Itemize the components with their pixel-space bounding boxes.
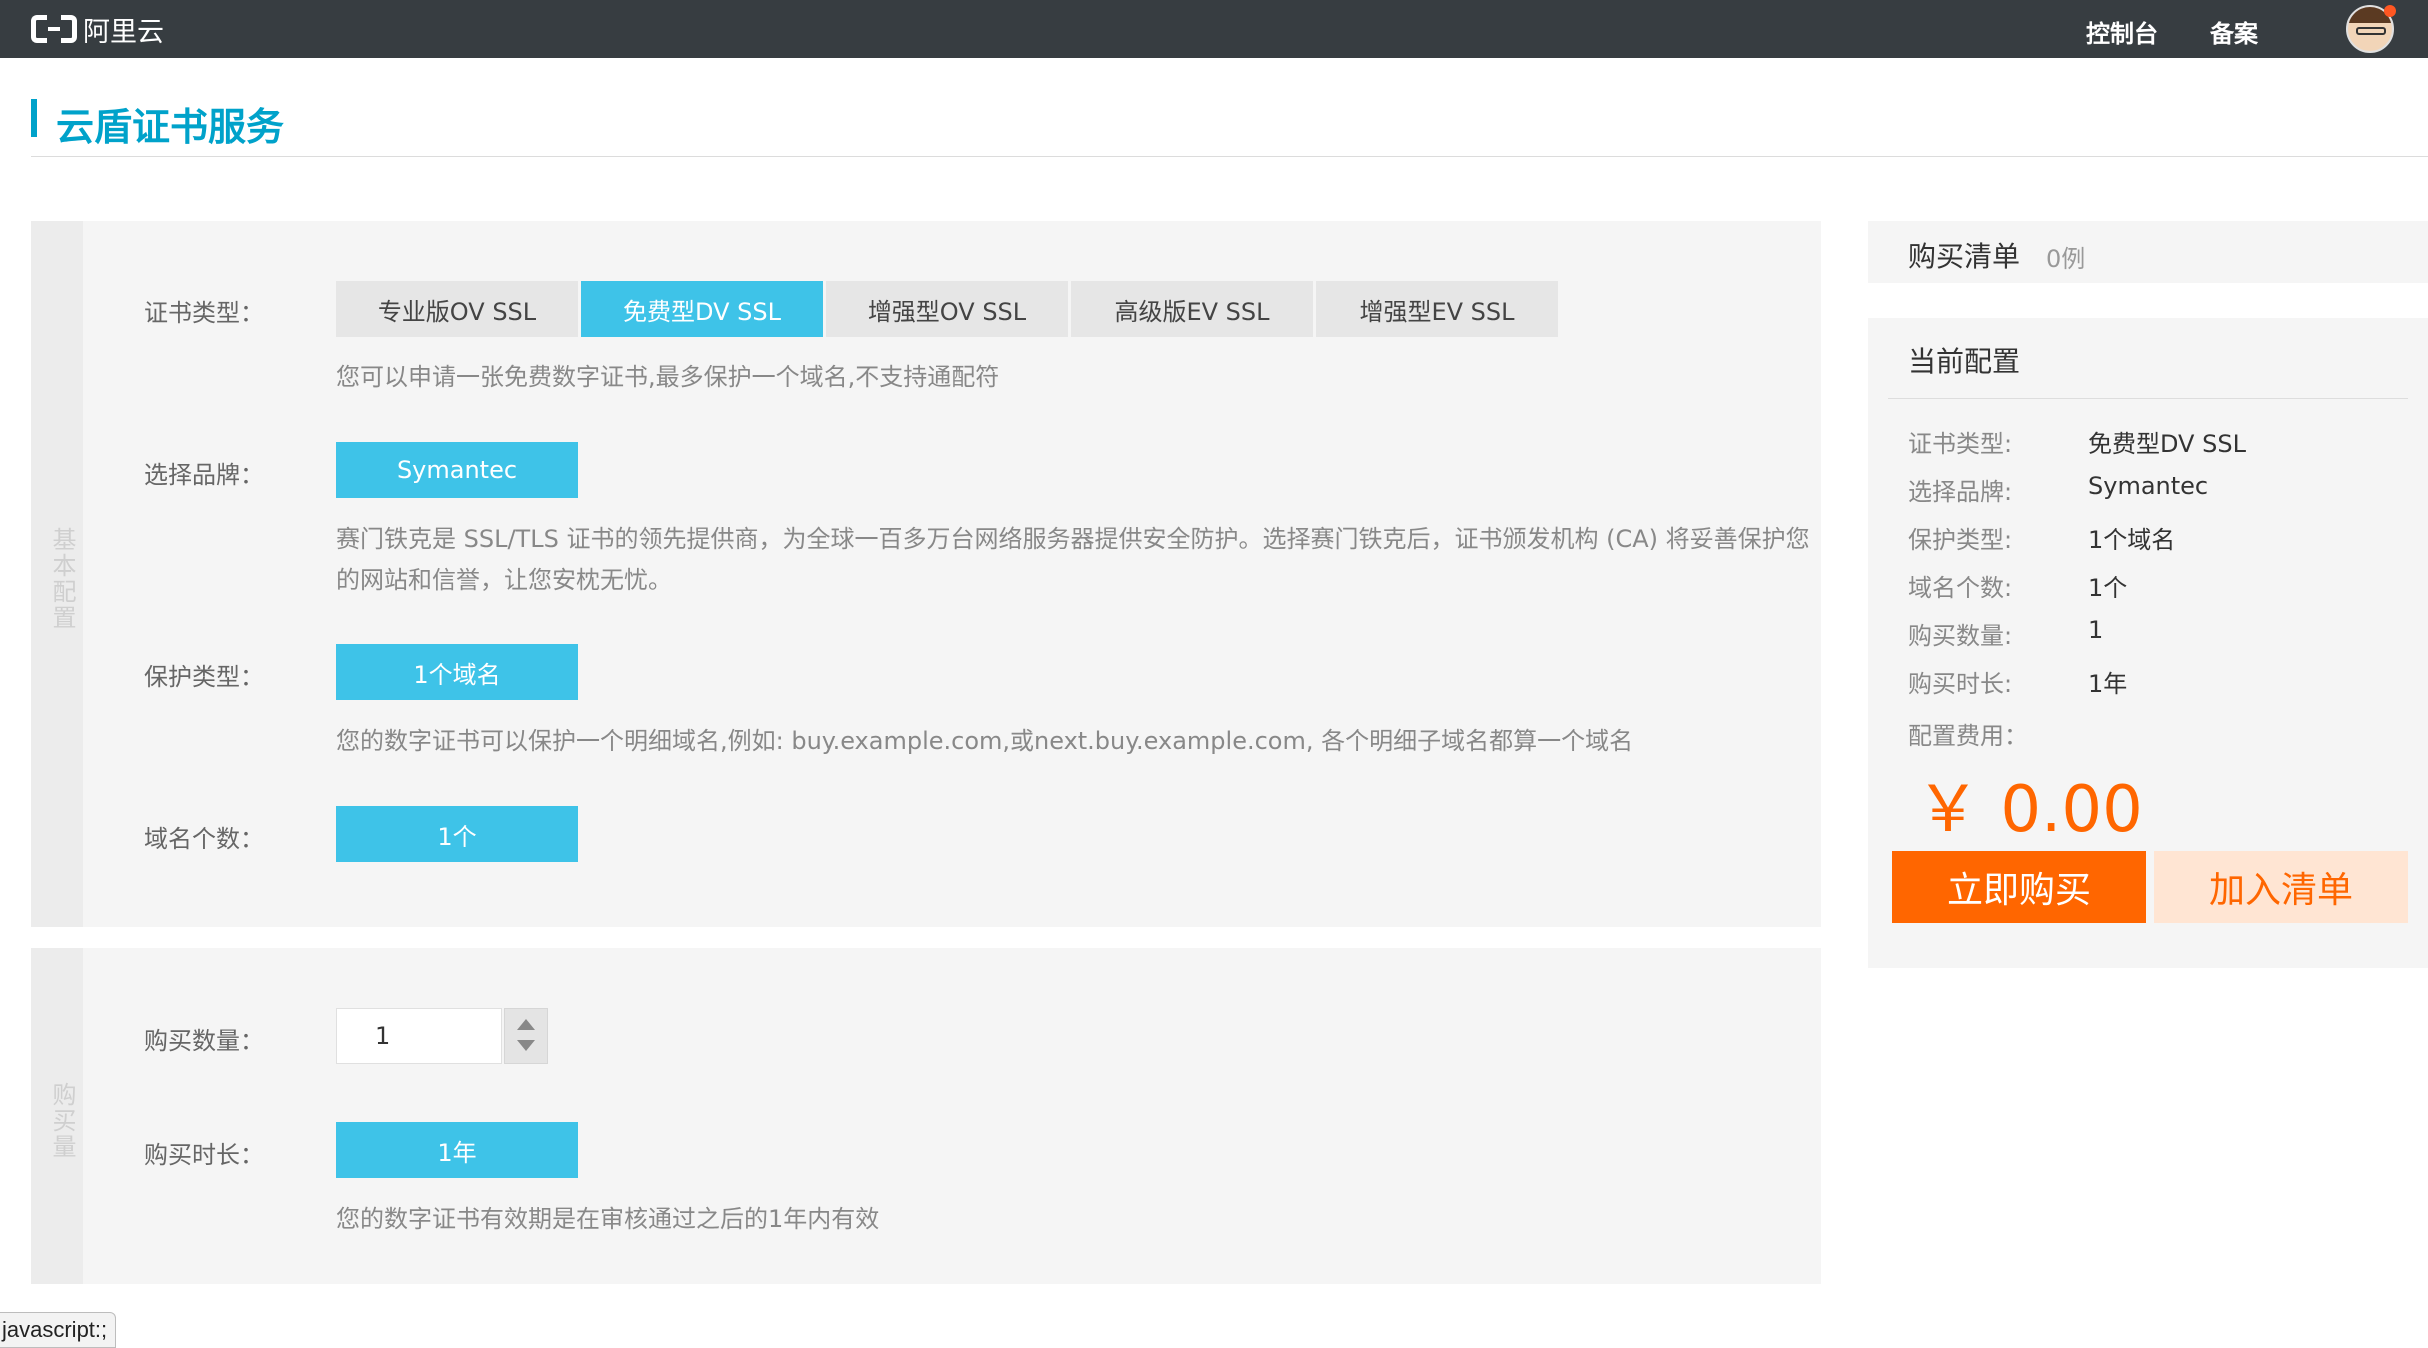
config-key-brand: 选择品牌: [1908, 478, 2013, 506]
title-divider [31, 156, 2428, 157]
config-key-cert-type: 证书类型: [1908, 430, 2013, 458]
protect-type-description: 您的数字证书可以保护一个明细域名,例如: buy.example.com,或ne… [336, 727, 1634, 755]
config-value-domain-count: 1个 [2088, 574, 2128, 602]
status-bar-url: javascript:; [0, 1312, 117, 1348]
quantity-label: 购买数量： [144, 1027, 264, 1055]
quantity-stepper[interactable] [504, 1008, 548, 1064]
config-value-protect-type: 1个域名 [2088, 526, 2176, 554]
protect-type-option-single-domain[interactable]: 1个域名 [336, 644, 578, 700]
domain-count-label: 域名个数： [144, 825, 264, 853]
brand-description-line1: 赛门铁克是 SSL/TLS 证书的领先提供商，为全球一百多万台网络服务器提供安全… [336, 525, 1810, 553]
quantity-input[interactable]: 1 [336, 1008, 502, 1064]
current-config-title: 当前配置 [1908, 345, 2021, 378]
duration-option-1-year[interactable]: 1年 [336, 1122, 578, 1178]
glasses-icon [2356, 27, 2386, 35]
config-price: ￥ 0.00 [1916, 773, 2143, 847]
cert-type-description: 您可以申请一张免费数字证书,最多保护一个域名,不支持通配符 [336, 363, 1000, 391]
basic-config-panel: 基本配置 证书类型： 专业版OV SSL 免费型DV SSL 增强型OV SSL… [31, 221, 1821, 927]
shopping-list-box: 购买清单 0例 [1868, 221, 2428, 283]
top-navbar: 阿里云 控制台 备案 [0, 0, 2428, 58]
title-accent-bar [31, 99, 37, 137]
basic-config-section-label: 基本配置 [48, 527, 76, 631]
config-key-protect-type: 保护类型: [1908, 526, 2013, 554]
purchase-section-label: 购买量 [48, 1082, 76, 1160]
protect-type-label: 保护类型： [144, 663, 264, 691]
notification-dot [2384, 5, 2396, 17]
purchase-panel: 购买量 购买数量： 1 购买时长： 1年 您的数字证书有效期是在审核通过之后的1… [31, 948, 1821, 1284]
cert-type-option-ov-enhanced[interactable]: 增强型OV SSL [826, 281, 1068, 337]
config-value-duration: 1年 [2088, 670, 2128, 698]
config-value-cert-type: 免费型DV SSL [2088, 430, 2246, 458]
current-config-box: 当前配置 证书类型: 免费型DV SSL 选择品牌: Symantec 保护类型… [1868, 318, 2428, 968]
config-key-quantity: 购买数量: [1908, 622, 2013, 650]
aliyun-logo[interactable]: 阿里云 [31, 13, 164, 48]
shopping-list-title[interactable]: 购买清单 [1908, 235, 2020, 275]
brand-option-symantec[interactable]: Symantec [336, 442, 578, 498]
basic-config-side: 基本配置 [31, 221, 83, 927]
nav-filing-link[interactable]: 备案 [2210, 14, 2258, 49]
logo-text: 阿里云 [83, 16, 164, 48]
stepper-down-icon[interactable] [517, 1040, 535, 1051]
config-key-duration: 购买时长: [1908, 670, 2013, 698]
buy-now-button[interactable]: 立即购买 [1892, 851, 2146, 923]
cert-type-option-ev-enhanced[interactable]: 增强型EV SSL [1316, 281, 1558, 337]
brand-description-line2: 的网站和信誉，让您安枕无忧。 [336, 566, 672, 594]
cert-type-label: 证书类型： [144, 299, 264, 327]
config-value-brand: Symantec [2088, 472, 2209, 500]
shopping-list-count: 0例 [2046, 245, 2086, 273]
cert-type-option-ov-pro[interactable]: 专业版OV SSL [336, 281, 578, 337]
cert-type-option-dv-free[interactable]: 免费型DV SSL [581, 281, 823, 337]
cert-type-option-ev-advanced[interactable]: 高级版EV SSL [1071, 281, 1313, 337]
duration-label: 购买时长： [144, 1141, 264, 1169]
purchase-side: 购买量 [31, 948, 83, 1284]
nav-console-link[interactable]: 控制台 [2086, 14, 2158, 49]
config-fee-label: 配置费用： [1908, 722, 2028, 750]
add-to-list-button[interactable]: 加入清单 [2154, 851, 2408, 923]
domain-count-option-1[interactable]: 1个 [336, 806, 578, 862]
cert-type-tabs: 专业版OV SSL 免费型DV SSL 增强型OV SSL 高级版EV SSL … [336, 281, 1561, 337]
brand-label: 选择品牌： [144, 461, 264, 489]
config-divider [1888, 398, 2408, 399]
config-value-quantity: 1 [2088, 616, 2104, 644]
page-title: 云盾证书服务 [56, 105, 285, 149]
aliyun-logo-icon [31, 13, 77, 45]
stepper-up-icon[interactable] [517, 1019, 535, 1030]
config-key-domain-count: 域名个数: [1908, 574, 2013, 602]
duration-description: 您的数字证书有效期是在审核通过之后的1年内有效 [336, 1205, 880, 1233]
